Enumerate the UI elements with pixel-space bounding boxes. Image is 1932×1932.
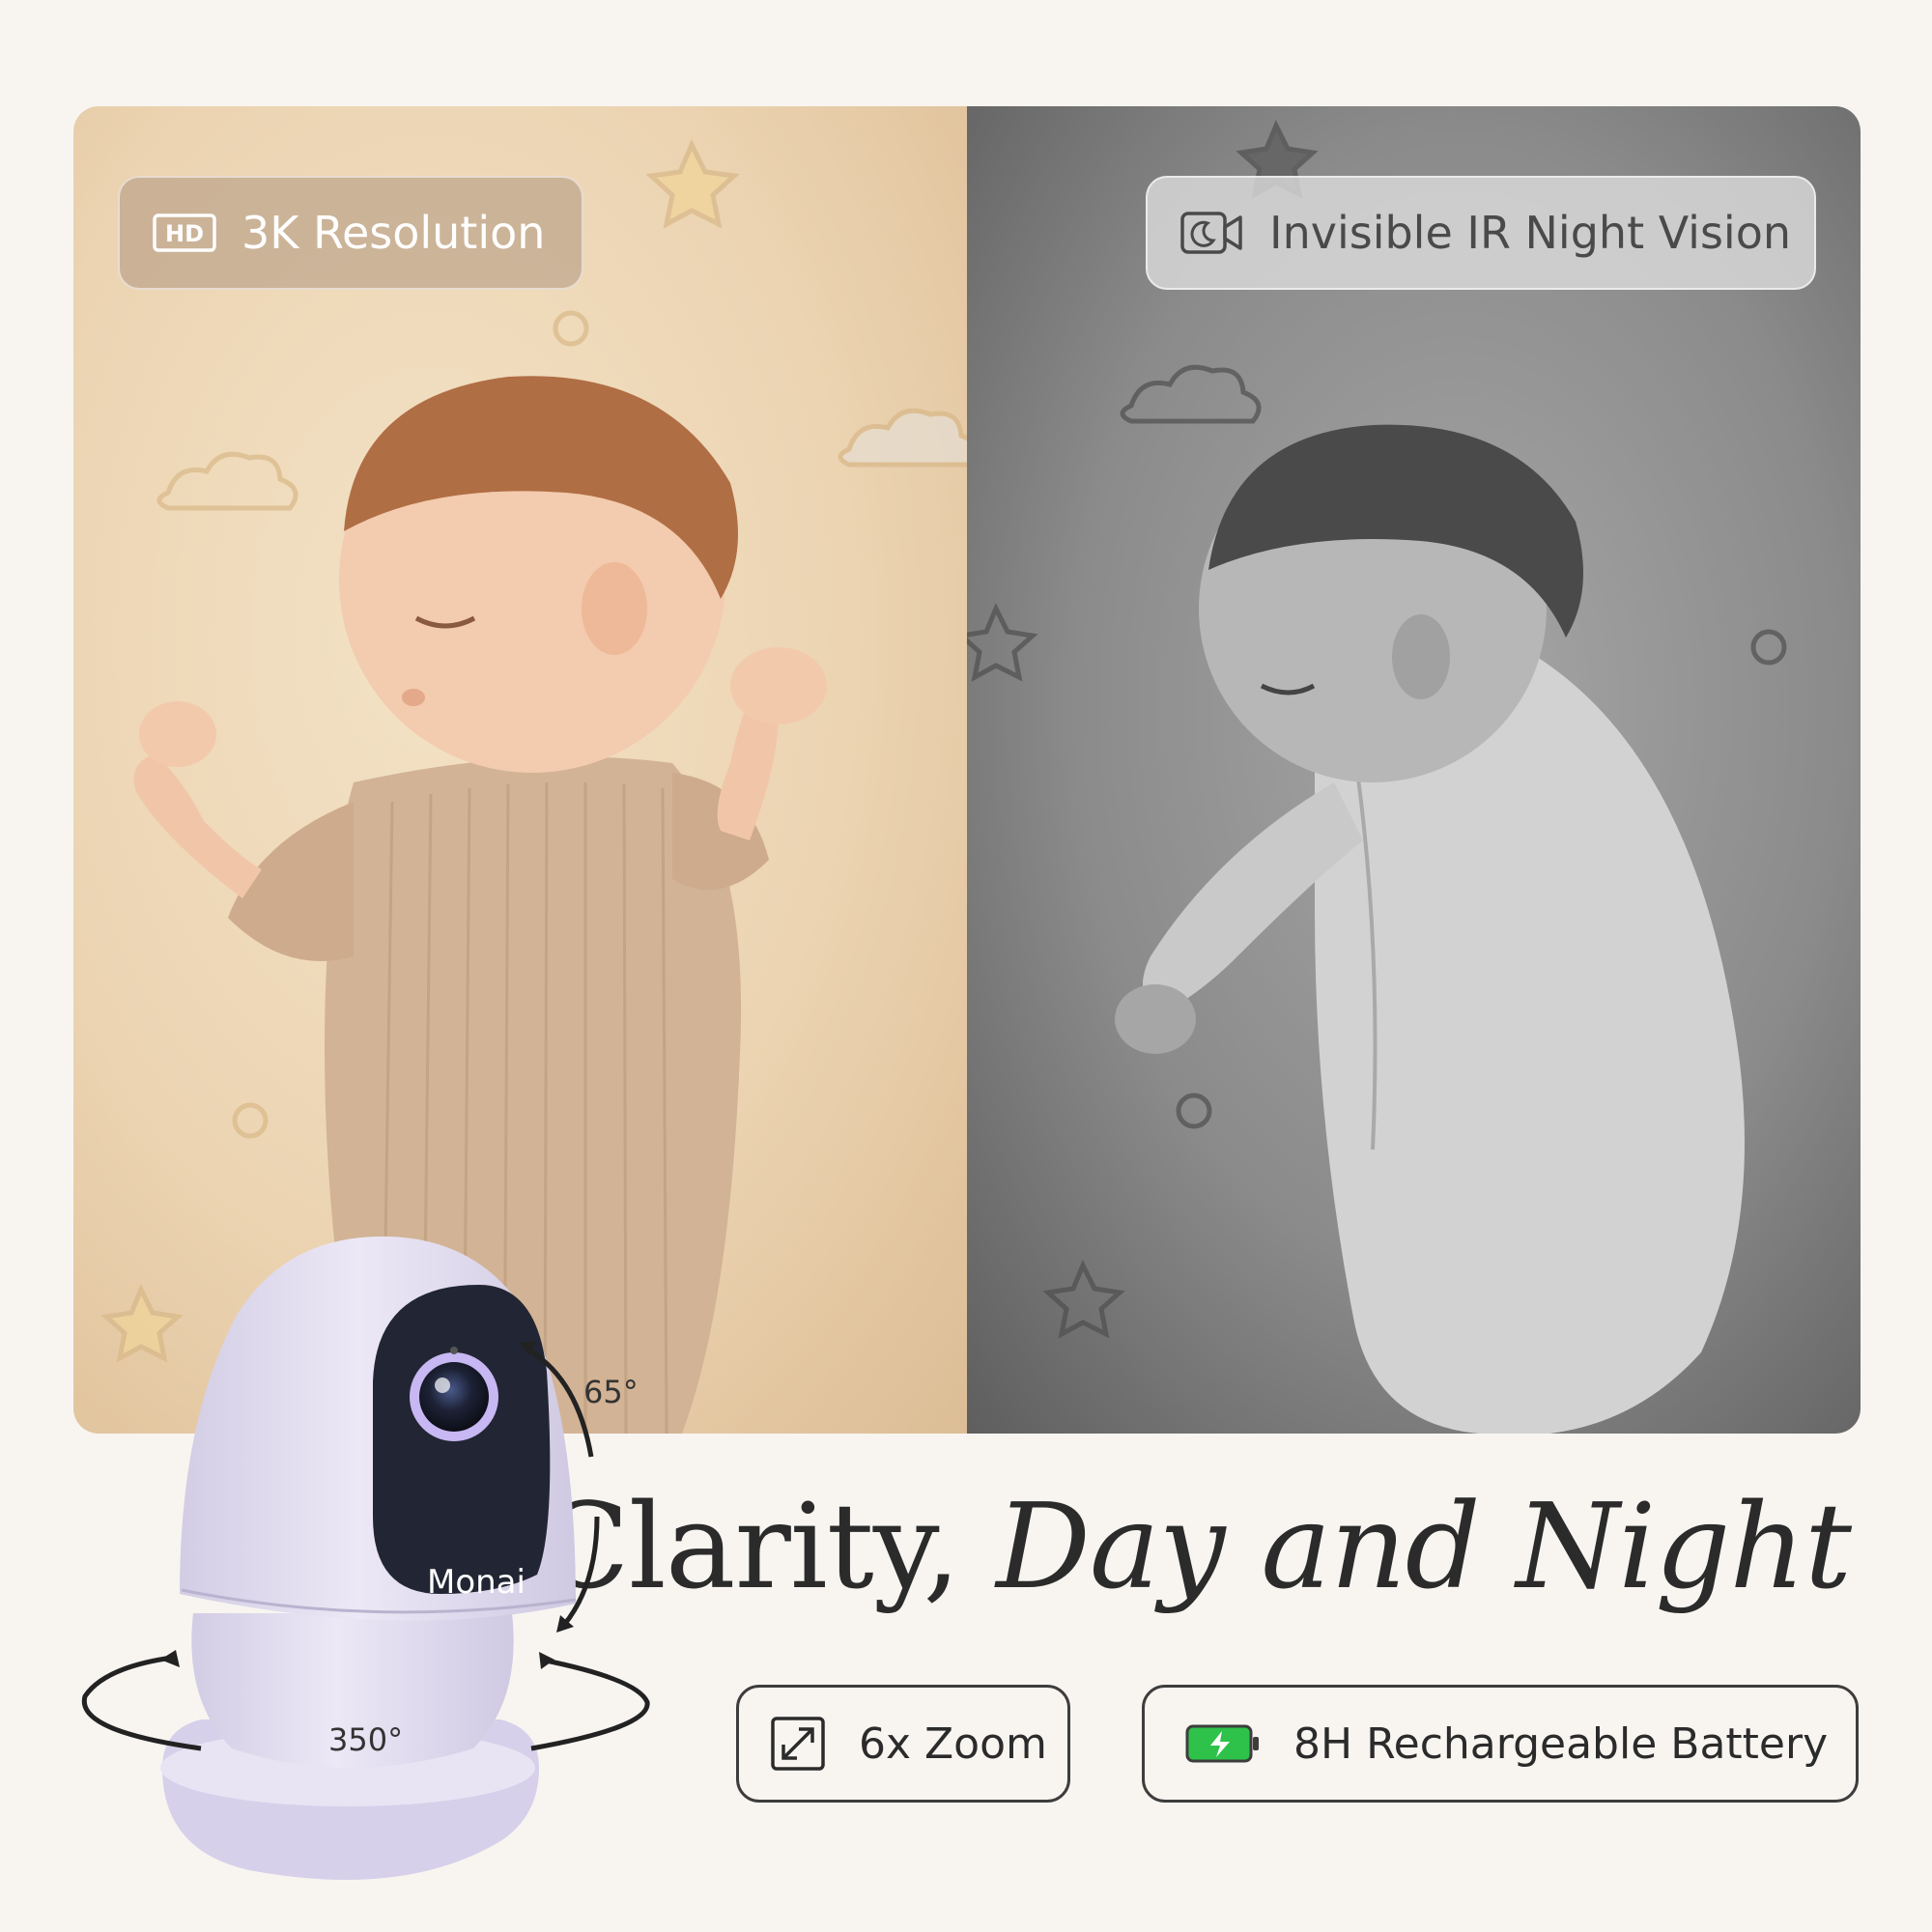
zoom-label: 6x Zoom: [859, 1719, 1047, 1769]
camera-illustration: [81, 1236, 650, 1880]
battery-feature-pill: 8H Rechargeable Battery: [1142, 1685, 1859, 1803]
headline: Clarity, Day and Night: [539, 1478, 1852, 1615]
hd-icon: HD: [153, 213, 216, 252]
brand-logo: Monai: [427, 1563, 526, 1602]
zoom-feature-pill: 6x Zoom: [736, 1685, 1070, 1803]
svg-text:HD: HD: [165, 220, 204, 247]
zoom-expand-icon: [771, 1717, 825, 1771]
headline-italic: Day and Night: [996, 1478, 1852, 1615]
resolution-label: 3K Resolution: [242, 207, 546, 259]
battery-charging-icon: [1185, 1724, 1259, 1763]
night-vision-label: Invisible IR Night Vision: [1269, 207, 1792, 259]
resolution-badge: HD 3K Resolution: [118, 176, 583, 290]
pan-angle-label: 350°: [328, 1721, 404, 1758]
night-vision-badge: Invisible IR Night Vision: [1146, 176, 1816, 290]
battery-label: 8H Rechargeable Battery: [1293, 1719, 1829, 1769]
night-photo-panel: Invisible IR Night Vision: [967, 106, 1861, 1434]
night-camera-icon: [1180, 212, 1242, 254]
baby-camera-product: Monai 65° 350°: [58, 1227, 676, 1903]
tilt-angle-label: 65°: [583, 1374, 639, 1410]
sleeping-baby-night-illustration: [967, 119, 1787, 1434]
